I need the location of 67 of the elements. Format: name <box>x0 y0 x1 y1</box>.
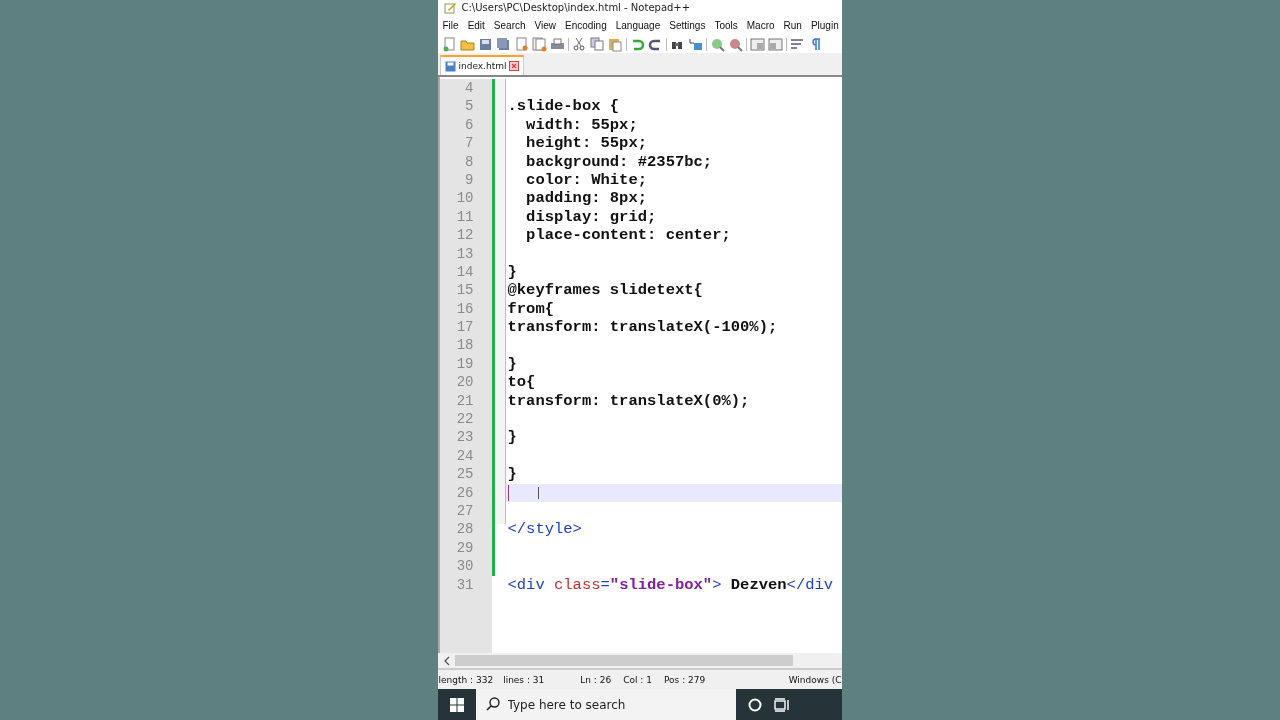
menu-item[interactable]: Edit <box>467 19 485 31</box>
code-line: display: grid; <box>525 207 657 227</box>
line-number: 23 <box>455 428 475 447</box>
status-text: Col : 1 <box>623 674 652 685</box>
line-number: 18 <box>455 336 475 355</box>
line-number: 20 <box>455 373 475 392</box>
line-number: 9 <box>464 170 475 190</box>
line-number: 31 <box>455 575 475 594</box>
menu-item[interactable]: Tools <box>714 19 738 31</box>
file-tab[interactable]: index.html <box>439 55 525 75</box>
line-number: 10 <box>455 189 475 208</box>
status-text: lines : 31 <box>503 674 545 685</box>
line-number: 4 <box>464 79 475 98</box>
line-number: 25 <box>455 465 475 484</box>
code-line: transform: translateX(0%); <box>507 391 750 411</box>
line-number: 5 <box>464 97 475 116</box>
code-line: } <box>507 354 517 374</box>
menu-item[interactable]: Plugin <box>810 19 839 31</box>
status-text: Ln : 26 <box>580 674 612 685</box>
taskbar-search-field[interactable]: Type here to search <box>475 689 736 720</box>
line-number: 26 <box>455 483 475 502</box>
line-number: 6 <box>464 115 475 135</box>
line-number: 7 <box>464 134 475 153</box>
code-line: } <box>507 262 517 282</box>
menu-item[interactable]: Encoding <box>565 19 607 31</box>
line-number: 14 <box>455 262 475 282</box>
line-number: 16 <box>455 299 475 319</box>
code-line: to{ <box>507 373 536 392</box>
line-number: 29 <box>455 538 475 558</box>
line-number: 30 <box>455 557 475 576</box>
window-title: C:\Users\PC\Desktop\index.html - Notepad++ <box>461 2 691 13</box>
code-line: } <box>507 428 517 447</box>
line-number: 27 <box>455 502 475 521</box>
line-number: 19 <box>455 354 475 374</box>
code-line: } <box>507 465 517 484</box>
code-line: width: 55px; <box>525 115 638 135</box>
menu-item[interactable]: Language <box>615 19 661 31</box>
code-line: @keyframes slidetext{ <box>507 281 703 300</box>
line-number: 11 <box>455 207 475 227</box>
code-line: transform: translateX(-100%); <box>507 318 778 337</box>
line-number: 28 <box>455 520 475 539</box>
status-text: length : 332 <box>438 674 494 685</box>
code-line: from{ <box>507 299 554 319</box>
code-line: height: 55px; <box>525 134 648 153</box>
menu-item[interactable]: Macro <box>746 19 775 31</box>
menu-item[interactable]: File <box>442 19 459 31</box>
code-line: <div class="slide-box"> Dezven</div <box>507 575 834 594</box>
code-line: </style> <box>507 520 582 539</box>
status-text: Pos : 279 <box>664 674 707 685</box>
line-number: 15 <box>455 281 475 300</box>
code-line: padding: 8px; <box>525 189 648 208</box>
code-line: color: White; <box>525 170 648 190</box>
code-line: place-content: center; <box>525 226 731 245</box>
code-line: .slide-box { <box>507 97 620 116</box>
line-number: 8 <box>464 152 475 171</box>
line-number: 24 <box>455 446 475 466</box>
status-text: Windows (C <box>788 674 842 685</box>
menu-item[interactable]: Search <box>493 19 526 31</box>
line-number: 13 <box>455 244 475 263</box>
code-line: background: #2357bc; <box>525 152 713 171</box>
menu-item[interactable]: View <box>534 19 557 31</box>
line-number: 21 <box>455 391 475 411</box>
menu-item[interactable]: Run <box>783 19 802 31</box>
line-number: 22 <box>455 410 475 429</box>
menu-item[interactable]: Settings <box>669 19 706 31</box>
line-number: 12 <box>455 226 475 245</box>
line-number: 17 <box>455 318 475 337</box>
